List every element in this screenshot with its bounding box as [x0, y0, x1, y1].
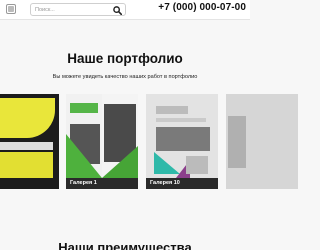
search-icon: [112, 6, 122, 16]
search-button[interactable]: [110, 3, 124, 16]
portfolio-card[interactable]: [0, 94, 59, 189]
top-bar: +7 (000) 000-07-00: [0, 0, 250, 20]
card-caption[interactable]: Галерея 10: [146, 178, 218, 189]
portfolio-card-gallery-10[interactable]: Галерея 10: [146, 94, 218, 189]
portfolio-title: Наше портфолио: [67, 51, 183, 66]
logo-icon[interactable]: [6, 4, 16, 14]
brochure-image: [156, 106, 188, 114]
portfolio-card-gallery-1[interactable]: Галерея 1: [66, 94, 138, 189]
brochure-image: [0, 98, 55, 138]
brochure-image: [70, 103, 98, 113]
card-caption[interactable]: Галерея 1: [66, 178, 138, 189]
advantages-title: Наши преимущества: [58, 240, 192, 250]
brochure-image: [228, 116, 246, 168]
portfolio-card[interactable]: [226, 94, 298, 189]
portfolio-subtitle: Вы можете увидеть качество наших работ в…: [52, 74, 198, 80]
phone-number[interactable]: +7 (000) 000-07-00: [158, 2, 246, 13]
